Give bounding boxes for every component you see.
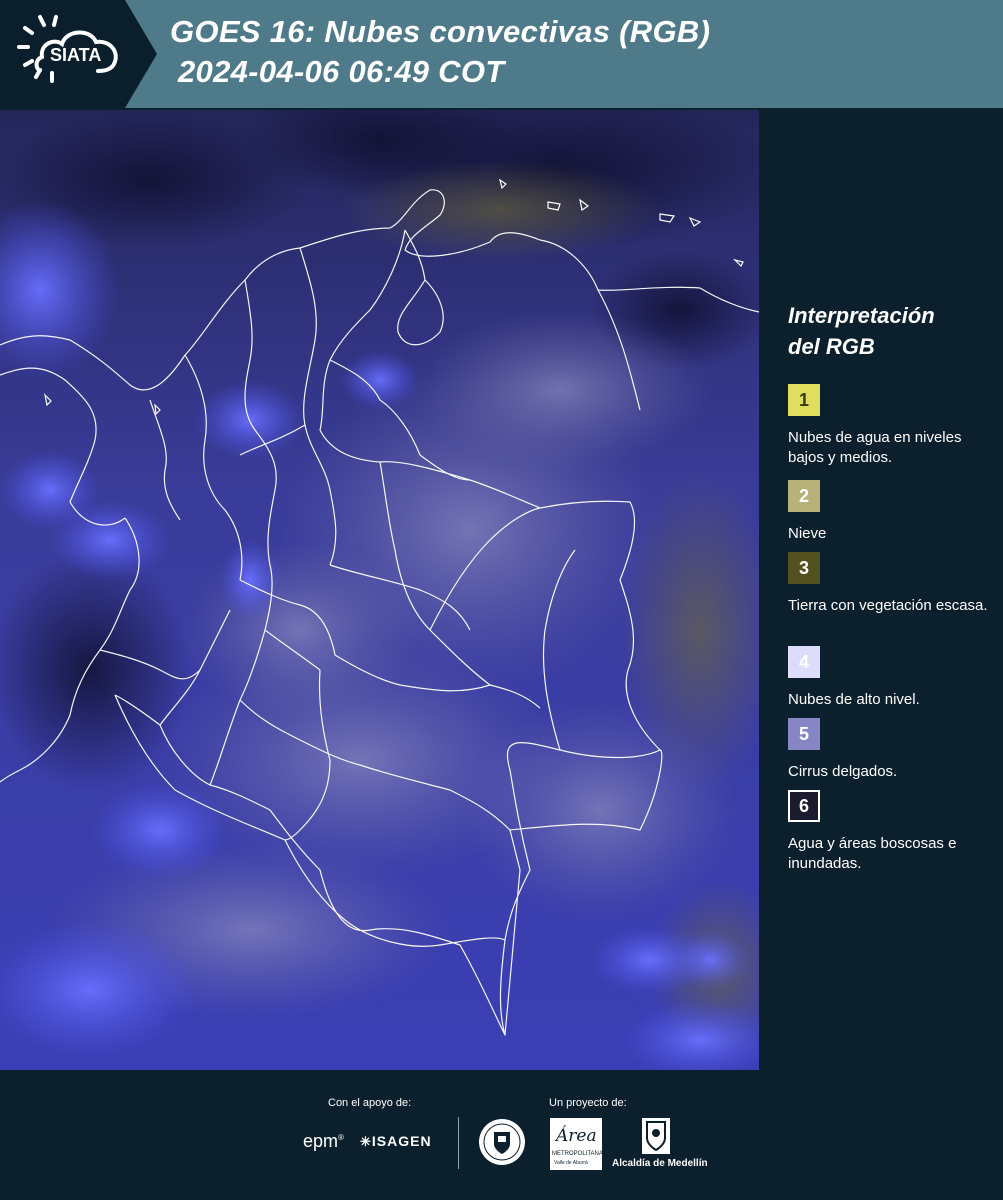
header-bar: SIATA GOES 16: Nubes convectivas (RGB) 2… <box>0 0 1003 108</box>
footer-divider <box>458 1117 459 1169</box>
legend-swatch-2: 2 <box>788 480 820 512</box>
isagen-logo-text: ISAGEN <box>371 1133 432 1149</box>
legend-title: Interpretación del RGB <box>788 300 935 362</box>
siata-logo[interactable]: SIATA <box>0 0 160 108</box>
alcaldia-logo-text: Alcaldía de Medellín <box>612 1158 708 1169</box>
legend-swatch-4: 4 <box>788 646 820 678</box>
legend-swatch-5: 5 <box>788 718 820 750</box>
legend-label: Tierra con vegetación escasa. <box>788 597 988 614</box>
page-timestamp: 2024-04-06 06:49 COT <box>178 54 505 89</box>
legend-item-2: 2 Nieve <box>788 480 988 544</box>
legend-label: Cirrus delgados. <box>788 763 898 780</box>
legend-number: 1 <box>798 389 809 410</box>
legend-number: 2 <box>798 485 809 506</box>
legend-item-1: 1 Nubes de agua en niveles bajos y medio… <box>788 384 988 468</box>
alcaldia-medellin-logo[interactable]: Alcaldía de Medellín <box>612 1118 708 1172</box>
satellite-map[interactable] <box>0 110 759 1070</box>
legend-swatch-1: 1 <box>788 384 820 416</box>
legend-number: 4 <box>798 651 809 672</box>
project-caption: Un proyecto de: <box>549 1097 627 1109</box>
legend-title-line1: Interpretación <box>788 303 935 328</box>
legend-number: 3 <box>798 557 809 578</box>
legend-item-4: 4 Nubes de alto nivel. <box>788 646 988 710</box>
legend-label: Nubes de agua en niveles bajos y medios. <box>788 429 962 466</box>
legend-item-3: 3 Tierra con vegetación escasa. <box>788 552 988 616</box>
legend-title-line2: del RGB <box>788 334 875 359</box>
area-logo-sub1: METROPOLITANA <box>552 1151 603 1157</box>
epm-logo[interactable]: epm® <box>303 1131 344 1152</box>
legend-item-6: 6 Agua y áreas boscosas e inundadas. <box>788 790 988 874</box>
legend-number: 5 <box>798 723 809 744</box>
area-logo-sub2: Valle de Aburrá <box>554 1160 588 1166</box>
isagen-icon: ✳ <box>360 1134 372 1149</box>
legend-swatch-3: 3 <box>788 552 820 584</box>
medellin-seal-icon[interactable] <box>478 1118 526 1166</box>
legend-label: Nubes de alto nivel. <box>788 691 920 708</box>
legend-swatch-6: 6 <box>788 790 820 822</box>
legend-number: 6 <box>798 795 809 816</box>
epm-logo-text: epm <box>303 1131 339 1151</box>
legend-label: Agua y áreas boscosas e inundadas. <box>788 835 957 872</box>
siata-logo-text: SIATA <box>50 45 102 65</box>
support-caption: Con el apoyo de: <box>328 1097 412 1109</box>
area-metropolitana-logo[interactable]: Área METROPOLITANA Valle de Aburrá <box>550 1118 603 1170</box>
medellin-shield-icon <box>642 1118 670 1154</box>
legend-label: Nieve <box>788 525 827 542</box>
page-title: GOES 16: Nubes convectivas (RGB) <box>170 14 711 49</box>
legend-item-5: 5 Cirrus delgados. <box>788 718 988 782</box>
area-logo-name: Área <box>556 1126 597 1146</box>
isagen-logo[interactable]: ✳ISAGEN <box>360 1133 432 1150</box>
